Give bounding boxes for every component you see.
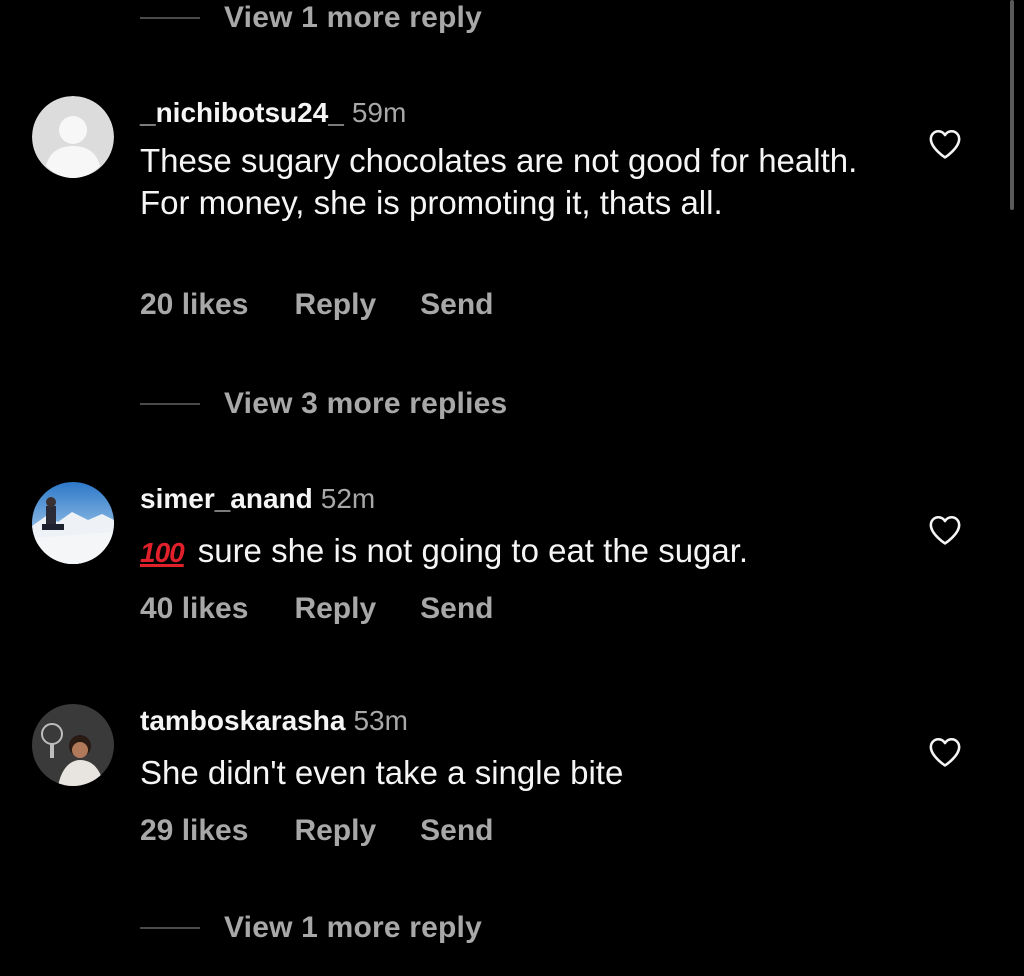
- avatar[interactable]: [32, 704, 114, 786]
- view-replies-label: View 1 more reply: [224, 1, 482, 34]
- comment-actions: 29 likes Reply Send: [140, 814, 494, 848]
- view-replies-label: View 3 more replies: [224, 387, 508, 420]
- hundred-points-emoji: 100: [140, 537, 185, 568]
- send-button[interactable]: Send: [420, 814, 493, 848]
- heart-outline-icon[interactable]: [928, 514, 962, 546]
- comment-time: 52m: [320, 483, 376, 514]
- default-avatar-icon: [32, 96, 114, 178]
- send-button[interactable]: Send: [420, 592, 493, 626]
- avatar[interactable]: [32, 482, 114, 564]
- comment-text-line: 100 sure she is not going to eat the suga…: [140, 530, 880, 574]
- reply-thread-line: [140, 927, 200, 929]
- comment-username[interactable]: _nichibotsu24_: [140, 97, 344, 128]
- scrollbar-thumb[interactable]: [1010, 0, 1014, 210]
- reply-button[interactable]: Reply: [294, 288, 376, 322]
- photo-avatar-icon: [32, 482, 114, 564]
- heart-outline-icon[interactable]: [928, 128, 962, 160]
- comment-text: These sugary chocolates are not good for…: [140, 142, 858, 221]
- comment-actions: 20 likes Reply Send: [140, 288, 494, 322]
- likes-count[interactable]: 29 likes: [140, 814, 248, 848]
- comment-username[interactable]: simer_anand: [140, 483, 313, 514]
- reply-thread-line: [140, 17, 200, 19]
- reply-thread-line: [140, 403, 200, 405]
- reply-button[interactable]: Reply: [294, 814, 376, 848]
- likes-count[interactable]: 20 likes: [140, 288, 248, 322]
- avatar[interactable]: [32, 96, 114, 178]
- send-button[interactable]: Send: [420, 288, 493, 322]
- view-more-replies-middle[interactable]: View 3 more replies: [140, 384, 507, 424]
- comment-text: sure she is not going to eat the sugar.: [197, 532, 749, 569]
- photo-avatar-icon: [32, 704, 114, 786]
- comment-username[interactable]: tamboskarasha: [140, 705, 345, 736]
- comment-meta: _nichibotsu24_ 59m: [140, 96, 406, 130]
- comment-text: She didn't even take a single bite: [140, 754, 624, 791]
- comment-meta: tamboskarasha 53m: [140, 704, 408, 738]
- comment-meta: simer_anand 52m: [140, 482, 375, 516]
- view-replies-label: View 1 more reply: [224, 911, 482, 944]
- comment-actions: 40 likes Reply Send: [140, 592, 494, 626]
- reply-button[interactable]: Reply: [294, 592, 376, 626]
- comment-time: 59m: [351, 97, 407, 128]
- comment-time: 53m: [353, 705, 408, 736]
- heart-outline-icon[interactable]: [928, 736, 962, 768]
- view-more-replies-bottom[interactable]: View 1 more reply: [140, 908, 482, 948]
- likes-count[interactable]: 40 likes: [140, 592, 248, 626]
- view-more-replies-top[interactable]: View 1 more reply: [140, 0, 482, 38]
